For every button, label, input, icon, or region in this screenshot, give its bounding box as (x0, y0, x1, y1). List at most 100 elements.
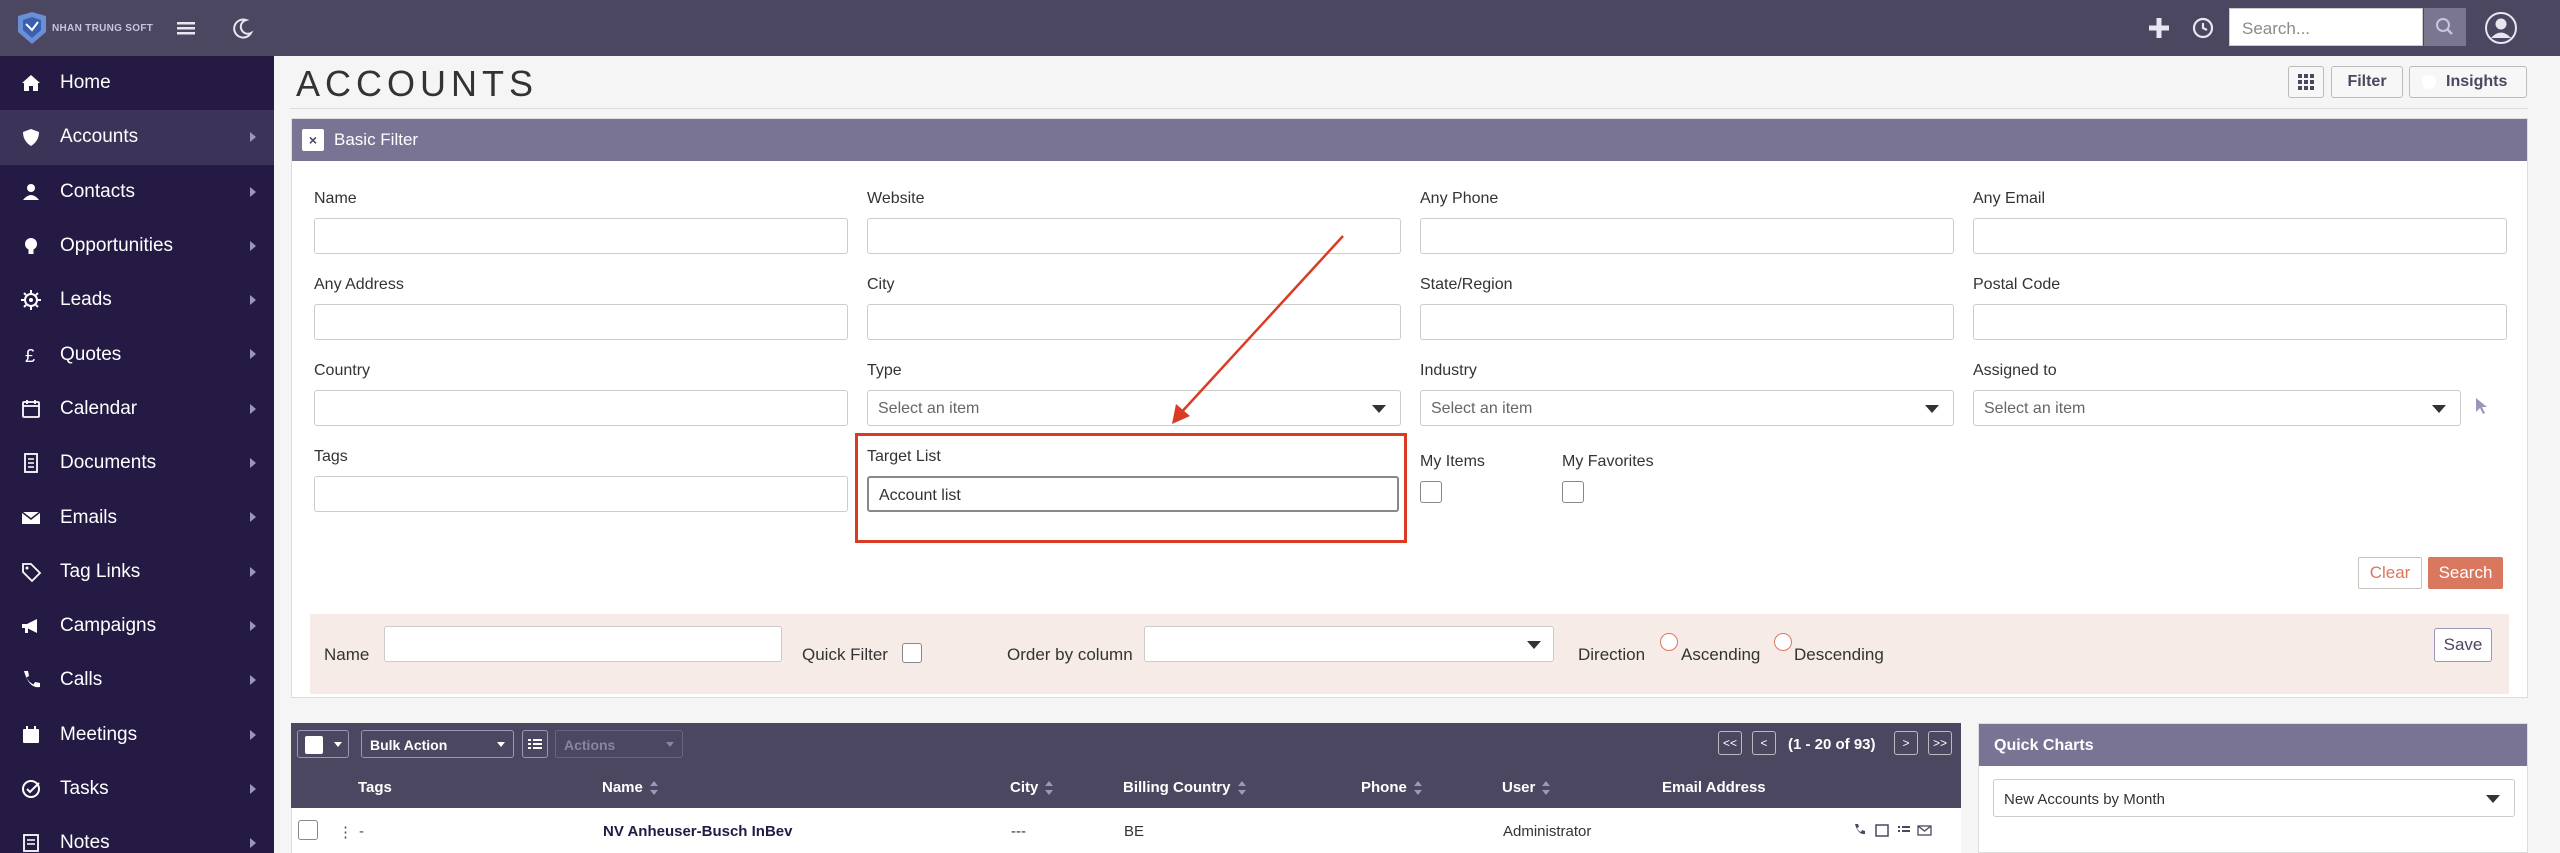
my-favorites-checkbox[interactable] (1562, 481, 1584, 503)
list-view-button[interactable] (522, 730, 548, 758)
row-checkbox[interactable] (298, 820, 318, 840)
column-header-billing-country-label: Billing Country (1123, 779, 1231, 796)
any-email-label: Any Email (1973, 190, 2046, 207)
prev-page-button[interactable]: < (1752, 731, 1776, 755)
chevron-down-icon (497, 742, 505, 747)
chevron-right-icon (250, 620, 256, 631)
chevron-right-icon (250, 675, 256, 686)
sidebar-item-label: Campaigns (60, 615, 157, 637)
shield-icon (16, 122, 46, 152)
global-search-button[interactable] (2424, 8, 2466, 46)
column-header-name[interactable]: Name (602, 779, 659, 796)
list-icon (528, 739, 542, 749)
sidebar-item-label: Tag Links (60, 560, 141, 582)
history-icon[interactable] (2189, 14, 2217, 42)
sidebar-item-label: Documents (60, 452, 157, 474)
state-label: State/Region (1420, 276, 1513, 293)
select-cursor-icon[interactable] (2474, 397, 2490, 415)
sidebar-item-notes[interactable]: Notes (0, 816, 274, 853)
quick-filter-checkbox[interactable] (902, 643, 922, 663)
my-items-checkbox[interactable] (1420, 481, 1442, 503)
state-input[interactable] (1420, 304, 1954, 340)
quick-charts-select[interactable]: New Accounts by Month (1993, 779, 2515, 817)
column-header-city[interactable]: City (1010, 779, 1054, 796)
insights-button[interactable]: Insights (2409, 66, 2527, 98)
industry-select[interactable]: Select an item (1420, 390, 1954, 426)
first-page-button[interactable]: << (1718, 731, 1742, 755)
select-all-dropdown[interactable] (297, 730, 349, 758)
row-menu-icon[interactable]: ⋮ (338, 823, 353, 841)
sidebar-item-calendar[interactable]: Calendar (0, 382, 274, 436)
sidebar-item-leads[interactable]: Leads (0, 273, 274, 327)
close-filter-button[interactable]: × (302, 129, 324, 151)
country-input[interactable] (314, 390, 848, 426)
any-phone-input[interactable] (1420, 218, 1954, 254)
sidebar-item-meetings[interactable]: Meetings (0, 708, 274, 762)
last-page-button[interactable]: >> (1928, 731, 1952, 755)
search-button[interactable]: Search (2428, 557, 2503, 589)
row-tags: - (359, 823, 364, 840)
actions-button[interactable]: Actions (555, 730, 683, 758)
chevron-right-icon (250, 458, 256, 469)
order-by-select[interactable] (1144, 626, 1554, 662)
country-field: Country (314, 362, 848, 426)
filter-button[interactable]: Filter (2331, 66, 2403, 98)
sidebar-item-label: Home (60, 72, 111, 94)
column-chooser-button[interactable] (2288, 66, 2324, 98)
sidebar-item-contacts[interactable]: Contacts (0, 165, 274, 219)
any-email-input[interactable] (1973, 218, 2507, 254)
chevron-down-icon (666, 742, 674, 747)
sidebar-item-campaigns[interactable]: Campaigns (0, 599, 274, 653)
sort-icon (1237, 781, 1246, 796)
column-header-tags[interactable]: Tags (358, 779, 392, 796)
sidebar-item-opportunities[interactable]: Opportunities (0, 219, 274, 273)
column-header-billing-country[interactable]: Billing Country (1123, 779, 1247, 796)
global-search-input[interactable]: Search... (2229, 8, 2423, 46)
direction-label: Direction (1578, 645, 1646, 664)
sidebar-item-emails[interactable]: Emails (0, 490, 274, 544)
hamburger-menu-icon[interactable] (172, 14, 200, 42)
sidebar-item-calls[interactable]: Calls (0, 653, 274, 707)
column-header-user[interactable]: User (1502, 779, 1551, 796)
notes-icon (16, 828, 46, 853)
postal-code-input[interactable] (1973, 304, 2507, 340)
brand-logo[interactable]: NHAN TRUNG SOFT (14, 10, 160, 46)
column-header-phone[interactable]: Phone (1361, 779, 1423, 796)
row-account-name-link[interactable]: NV Anheuser-Busch InBev (603, 823, 793, 840)
dark-mode-moon-icon[interactable] (229, 14, 257, 42)
save-filter-button[interactable]: Save (2434, 628, 2492, 662)
sidebar-item-accounts[interactable]: Accounts (0, 110, 274, 165)
next-page-button[interactable]: > (1894, 731, 1918, 755)
user-avatar-icon[interactable] (2484, 11, 2518, 45)
sidebar-item-home[interactable]: Home (0, 56, 274, 110)
quick-charts-title: Quick Charts (1979, 724, 2527, 766)
insights-icon (2422, 75, 2436, 89)
create-plus-icon[interactable] (2145, 14, 2173, 42)
sidebar-item-label: Accounts (60, 126, 139, 148)
clear-button[interactable]: Clear (2358, 557, 2422, 589)
name-input[interactable] (314, 218, 848, 254)
sidebar-item-documents[interactable]: Documents (0, 436, 274, 490)
tags-label: Tags (314, 448, 348, 465)
table-row[interactable]: ⋮ - NV Anheuser-Busch InBev --- BE Admin… (291, 808, 1961, 853)
postal-code-field: Postal Code (1973, 276, 2507, 340)
saved-name-input[interactable] (384, 626, 782, 662)
sidebar-item-tasks[interactable]: Tasks (0, 762, 274, 816)
assigned-to-select[interactable]: Select an item (1973, 390, 2461, 426)
sidebar-item-quotes[interactable]: £ Quotes (0, 327, 274, 381)
chevron-down-icon (334, 742, 342, 747)
assigned-to-select-value: Select an item (1984, 400, 2086, 417)
industry-field: Industry Select an item (1420, 362, 1954, 426)
ascending-label: Ascending (1681, 645, 1761, 664)
filter-header: × Basic Filter (292, 119, 2527, 161)
column-header-email[interactable]: Email Address (1662, 779, 1766, 796)
actions-label: Actions (564, 737, 616, 753)
ascending-radio[interactable] (1660, 633, 1678, 651)
select-all-checkbox[interactable] (305, 736, 323, 754)
bulk-action-button[interactable]: Bulk Action (361, 730, 514, 758)
descending-radio[interactable] (1774, 633, 1792, 651)
sidebar-item-tag-links[interactable]: Tag Links (0, 545, 274, 599)
any-address-input[interactable] (314, 304, 848, 340)
tags-input[interactable] (314, 476, 848, 512)
sidebar-item-label: Meetings (60, 723, 138, 745)
